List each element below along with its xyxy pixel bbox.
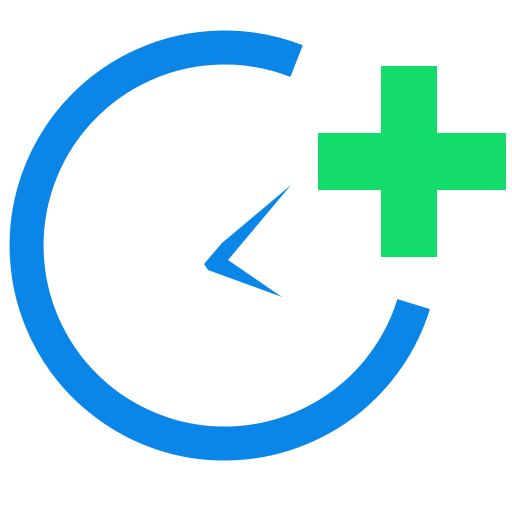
add-clock-icon [0, 0, 512, 512]
plus-icon [318, 66, 506, 257]
clock-hands-icon [204, 185, 291, 297]
icon-graphic [9, 30, 506, 461]
